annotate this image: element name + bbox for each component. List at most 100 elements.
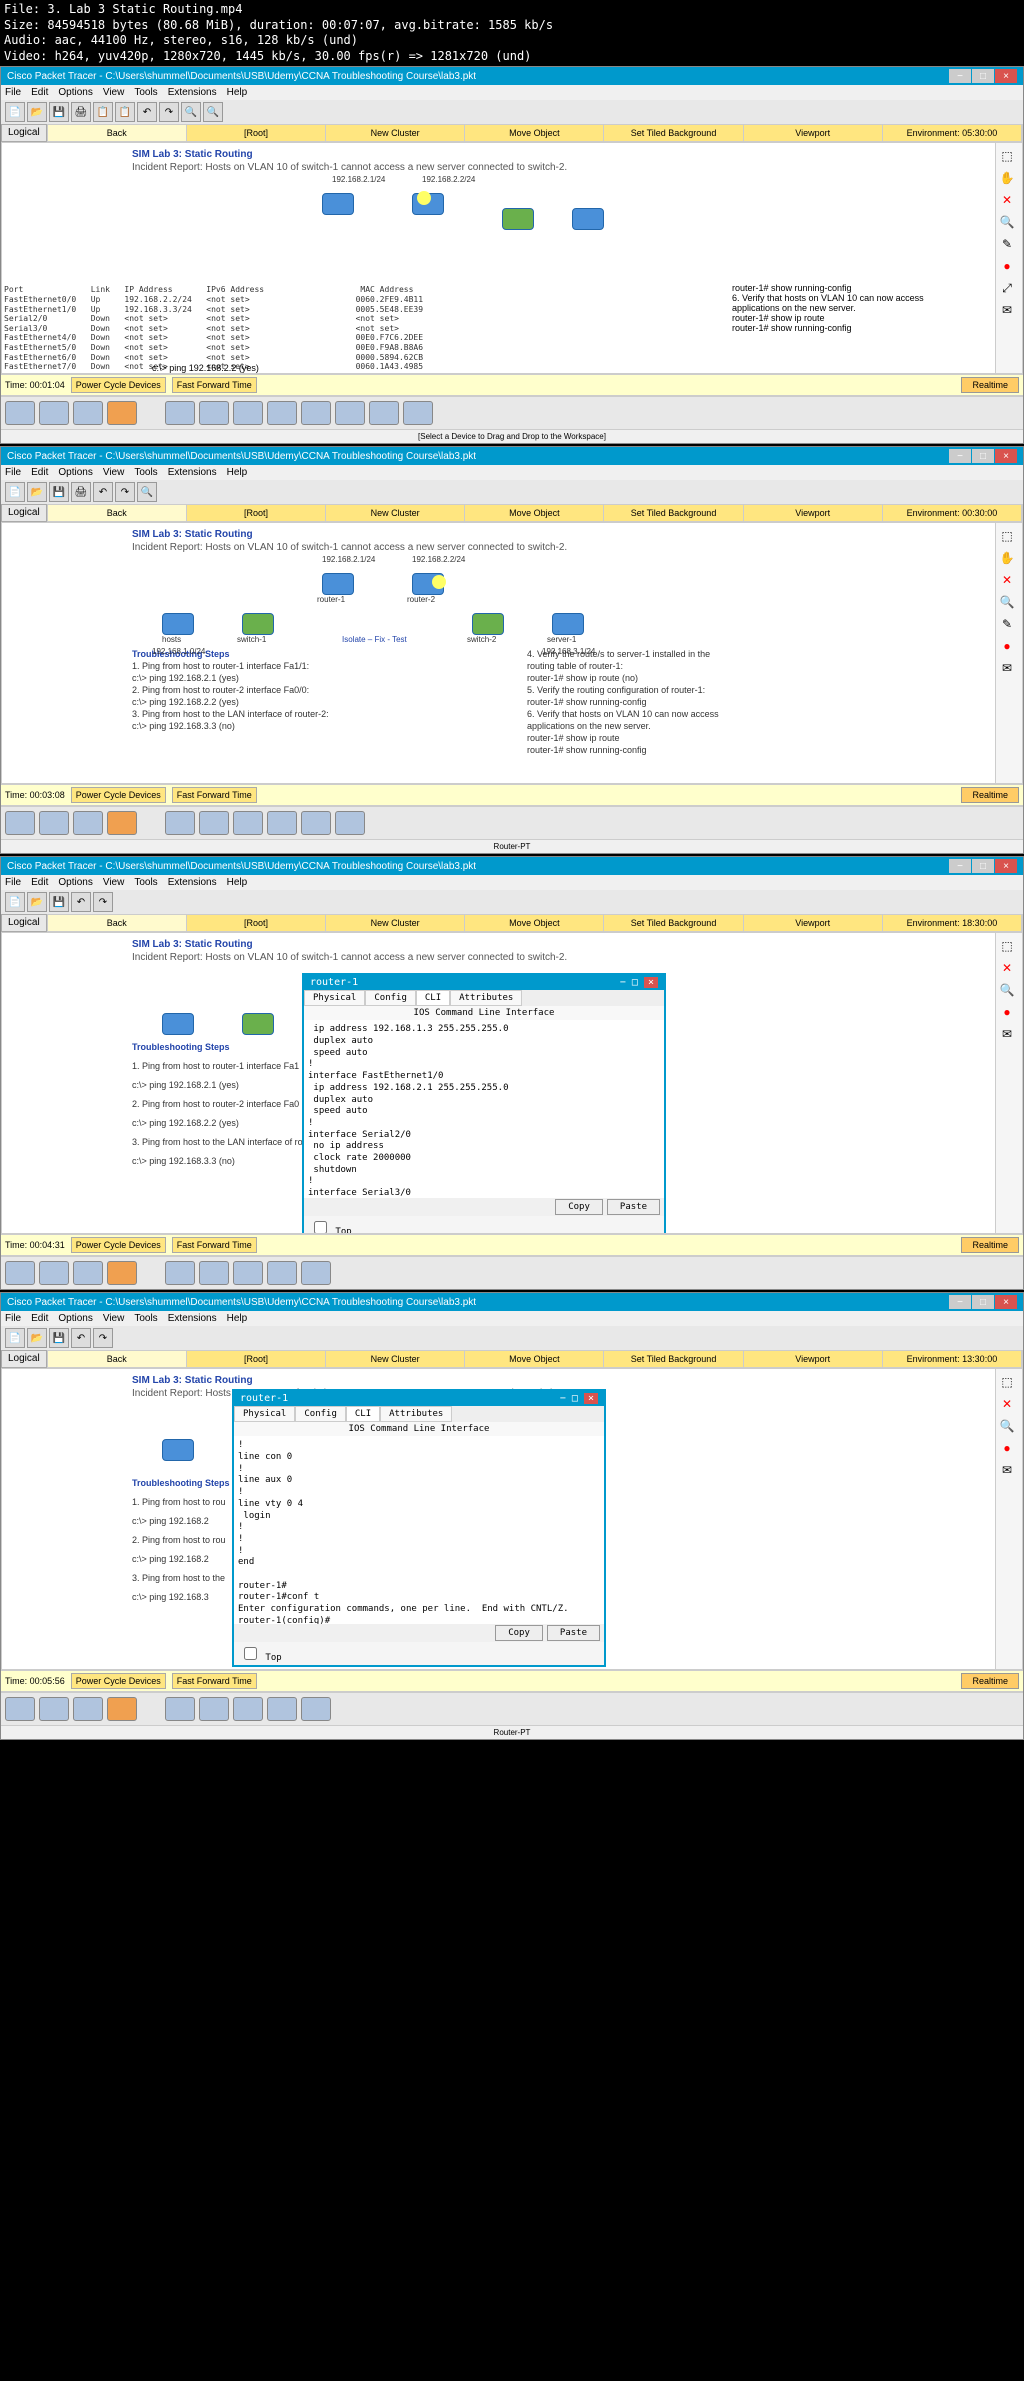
tiled-button[interactable]: Set Tiled Background [604,125,743,141]
pcd-button[interactable]: Power Cycle Devices [71,1237,166,1253]
close-button[interactable]: × [644,977,658,988]
device-type-icon[interactable] [39,1261,69,1285]
menu-help[interactable]: Help [227,467,248,478]
new-icon[interactable]: 📄 [5,102,25,122]
menu-tools[interactable]: Tools [134,87,157,98]
device-type-icon[interactable] [5,1697,35,1721]
device-model-icon[interactable] [199,1261,229,1285]
copy-icon[interactable]: 📋 [93,102,113,122]
save-icon[interactable]: 💾 [49,482,69,502]
device-model-icon[interactable] [301,811,331,835]
device-type-icon[interactable] [107,401,137,425]
zoomin-icon[interactable]: 🔍 [137,482,157,502]
root-button[interactable]: [Root] [187,1351,326,1367]
switch-1-device[interactable] [242,613,274,635]
router-1-device[interactable] [322,193,354,215]
menu-options[interactable]: Options [58,877,92,888]
redo-icon[interactable]: ↷ [93,892,113,912]
menu-extensions[interactable]: Extensions [168,877,217,888]
server-1-device[interactable] [572,208,604,230]
menu-help[interactable]: Help [227,87,248,98]
hosts-device[interactable] [162,1439,194,1461]
tiled-button[interactable]: Set Tiled Background [604,915,743,931]
zoomin-icon[interactable]: 🔍 [181,102,201,122]
top-checkbox[interactable] [244,1647,257,1660]
menu-view[interactable]: View [103,467,125,478]
physical-tab[interactable]: Physical [234,1406,295,1422]
new-icon[interactable]: 📄 [5,892,25,912]
pdu-icon[interactable]: ✉ [998,1025,1016,1043]
menu-tools[interactable]: Tools [134,1313,157,1324]
menu-file[interactable]: File [5,1313,21,1324]
pdu-icon[interactable]: ✉ [998,301,1016,319]
device-type-icon[interactable] [107,811,137,835]
hand-icon[interactable]: ✋ [998,549,1016,567]
device-type-icon[interactable] [73,401,103,425]
delete-icon[interactable]: ✕ [998,191,1016,209]
paste-button[interactable]: Paste [547,1625,600,1641]
device-model-icon[interactable] [199,811,229,835]
pdu-icon[interactable]: ✉ [998,1461,1016,1479]
viewport-button[interactable]: Viewport [744,125,883,141]
workspace[interactable]: SIM Lab 3: Static Routing Incident Repor… [1,142,1023,374]
close-button[interactable]: × [995,69,1017,83]
menu-edit[interactable]: Edit [31,467,48,478]
logical-tab[interactable]: Logical [1,124,47,142]
device-model-icon[interactable] [233,401,263,425]
menu-view[interactable]: View [103,87,125,98]
maximize-button[interactable]: □ [632,977,638,988]
back-button[interactable]: Back [48,125,187,141]
newcluster-button[interactable]: New Cluster [326,915,465,931]
close-button[interactable]: × [995,1295,1017,1309]
device-model-icon[interactable] [267,811,297,835]
hosts-device[interactable] [162,1013,194,1035]
delete-icon[interactable]: ✕ [998,959,1016,977]
device-type-icon[interactable] [39,811,69,835]
root-button[interactable]: [Root] [187,125,326,141]
logical-tab[interactable]: Logical [1,914,47,932]
back-button[interactable]: Back [48,915,187,931]
root-button[interactable]: [Root] [187,915,326,931]
device-type-icon[interactable] [73,811,103,835]
device-type-icon[interactable] [5,811,35,835]
fft-button[interactable]: Fast Forward Time [172,787,257,803]
menu-view[interactable]: View [103,877,125,888]
menu-edit[interactable]: Edit [31,1313,48,1324]
select-icon[interactable]: ⬚ [998,147,1016,165]
config-tab[interactable]: Config [365,990,416,1006]
undo-icon[interactable]: ↶ [93,482,113,502]
switch-2-device[interactable] [502,208,534,230]
device-type-icon[interactable] [107,1697,137,1721]
newcluster-button[interactable]: New Cluster [326,125,465,141]
logical-tab[interactable]: Logical [1,504,47,522]
viewport-button[interactable]: Viewport [744,505,883,521]
device-type-icon[interactable] [5,1261,35,1285]
draw-icon[interactable]: ✎ [998,615,1016,633]
menu-edit[interactable]: Edit [31,87,48,98]
minimize-button[interactable]: − [949,1295,971,1309]
hosts-device[interactable] [162,613,194,635]
copy-button[interactable]: Copy [495,1625,543,1641]
menu-options[interactable]: Options [58,87,92,98]
device-model-icon[interactable] [335,401,365,425]
minimize-button[interactable]: − [949,69,971,83]
save-icon[interactable]: 💾 [49,102,69,122]
device-model-icon[interactable] [267,401,297,425]
maximize-button[interactable]: □ [972,1295,994,1309]
undo-icon[interactable]: ↶ [137,102,157,122]
select-icon[interactable]: ⬚ [998,527,1016,545]
menu-extensions[interactable]: Extensions [168,1313,217,1324]
inspect-icon[interactable]: 🔍 [998,1417,1016,1435]
menu-file[interactable]: File [5,467,21,478]
tiled-button[interactable]: Set Tiled Background [604,1351,743,1367]
open-icon[interactable]: 📂 [27,892,47,912]
realtime-button[interactable]: Realtime [961,1237,1019,1253]
minimize-button[interactable]: − [620,977,626,988]
select-icon[interactable]: ⬚ [998,937,1016,955]
resize-icon[interactable]: ⤢ [998,279,1016,297]
device-model-icon[interactable] [267,1261,297,1285]
print-icon[interactable]: 🖨 [71,102,91,122]
viewport-button[interactable]: Viewport [744,1351,883,1367]
config-tab[interactable]: Config [295,1406,346,1422]
device-model-icon[interactable] [165,1697,195,1721]
